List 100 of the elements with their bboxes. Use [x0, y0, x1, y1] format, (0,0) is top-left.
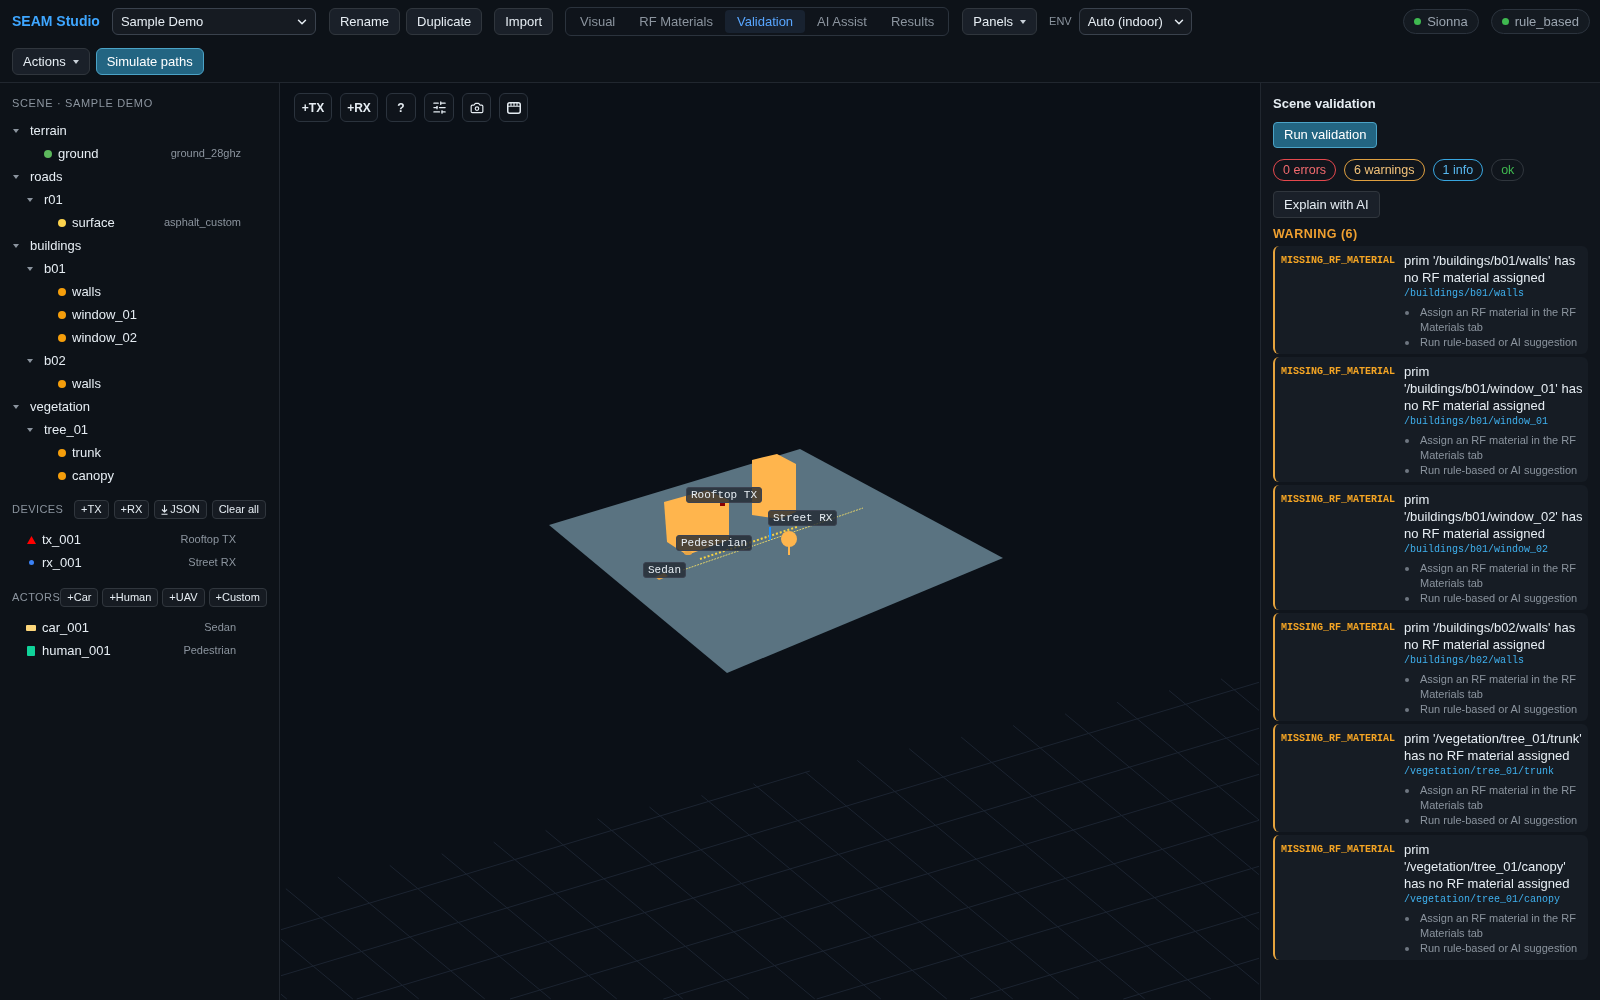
bullet-icon	[1405, 707, 1409, 712]
status-label: rule_based	[1514, 12, 1579, 31]
bullet-icon	[1405, 788, 1409, 793]
tree-item[interactable]: surface	[72, 214, 115, 231]
tree-item[interactable]: tree_01	[44, 421, 89, 438]
issue-path[interactable]: /vegetation/tree_01/canopy	[1404, 892, 1561, 907]
add-button[interactable]: +Human	[102, 588, 159, 607]
hint-text: Run rule-based or AI suggestion	[1420, 335, 1578, 350]
scene-select[interactable]: Sample Demo	[111, 8, 316, 35]
bullet-icon	[1405, 438, 1409, 443]
download-icon	[161, 504, 169, 515]
item-label: Street RX	[188, 555, 236, 571]
caret-icon[interactable]	[13, 404, 19, 409]
tree-item[interactable]: window_02	[72, 329, 138, 346]
record-button[interactable]	[499, 93, 528, 122]
hint-text: Assign an RF material in the RF Materials tab	[1420, 783, 1577, 813]
tab[interactable]: RF Materials	[627, 10, 725, 33]
sliders-icon	[431, 100, 447, 115]
tree-item[interactable]: terrain	[30, 122, 67, 139]
item-name[interactable]: car_001	[42, 617, 89, 638]
hint-text: Assign an RF material in the RF Materials tab	[1420, 911, 1577, 941]
tree-item[interactable]: buildings	[30, 237, 82, 254]
hint-text: Run rule-based or AI suggestion	[1420, 941, 1578, 956]
viewport-tool-button[interactable]: +RX	[340, 93, 378, 122]
bullet-icon	[1405, 566, 1409, 571]
tab[interactable]: Visual	[568, 10, 628, 33]
caret-icon[interactable]	[27, 197, 33, 202]
add-button[interactable]: Clear all	[211, 500, 266, 519]
issue-path[interactable]: /buildings/b01/walls	[1404, 286, 1525, 301]
toolbar-button[interactable]: Rename	[328, 8, 401, 35]
issue-path[interactable]: /buildings/b01/window_02	[1404, 542, 1549, 557]
caret-icon[interactable]	[27, 427, 33, 432]
bullet-icon	[1405, 468, 1409, 473]
env-label: ENV	[1049, 14, 1072, 30]
screenshot-button[interactable]	[462, 93, 491, 122]
add-button[interactable]: +Car	[60, 588, 99, 607]
issue-path[interactable]: /buildings/b01/window_01	[1404, 414, 1549, 429]
toolbar-button[interactable]: Import	[494, 8, 554, 35]
caret-icon	[72, 59, 79, 64]
hint-text: Run rule-based or AI suggestion	[1420, 813, 1578, 828]
issue-message: prim '/vegetation/tree_01/canopy' has no RF material assigned	[1404, 841, 1571, 892]
item-name[interactable]: tx_001	[42, 529, 82, 550]
tree-item[interactable]: b02	[44, 352, 66, 369]
issue-path[interactable]: /buildings/b02/walls	[1404, 653, 1525, 668]
tree-item[interactable]: trunk	[72, 444, 101, 461]
tab[interactable]: AI Assist	[805, 10, 879, 33]
item-name[interactable]: rx_001	[42, 552, 82, 573]
tree-item[interactable]: walls	[72, 283, 101, 300]
issue-message: prim '/buildings/b01/window_02' has no RF material assigned	[1404, 491, 1584, 542]
caret-icon[interactable]	[13, 174, 19, 179]
tree-item[interactable]: b01	[44, 260, 66, 277]
run-validation-button[interactable]: Run validation	[1273, 122, 1378, 148]
viewport-tool-button[interactable]: ?	[386, 93, 416, 122]
add-button[interactable]: +Custom	[208, 588, 267, 607]
add-button[interactable]: +RX	[113, 500, 150, 519]
tree-item[interactable]: walls	[72, 375, 101, 392]
viewport-tool-button[interactable]: +TX	[294, 93, 332, 122]
add-button[interactable]: +UAV	[162, 588, 205, 607]
caret-icon[interactable]	[13, 128, 19, 133]
issue-message: prim '/vegetation/tree_01/trunk' has no RF material assigned	[1404, 730, 1583, 764]
tree-item[interactable]: roads	[30, 168, 63, 185]
issue-message: prim '/buildings/b02/walls' has no RF material assigned	[1404, 619, 1577, 653]
issue-code: MISSING_RF_MATERIAL	[1281, 493, 1395, 507]
issue-code: MISSING_RF_MATERIAL	[1281, 621, 1395, 635]
item-label: Rooftop TX	[180, 532, 236, 548]
tree-item[interactable]: ground	[58, 145, 99, 162]
tree-item[interactable]: vegetation	[30, 398, 90, 415]
caret-icon[interactable]	[27, 266, 33, 271]
bullet-icon	[1405, 310, 1409, 315]
issue-path[interactable]: /vegetation/tree_01/trunk	[1404, 764, 1555, 779]
section-heading: ACTORS	[12, 590, 61, 606]
env-select[interactable]: Auto (indoor)	[1078, 8, 1192, 35]
tree-item[interactable]: canopy	[72, 467, 114, 484]
issue-code: MISSING_RF_MATERIAL	[1281, 843, 1395, 857]
rx-marker	[769, 526, 771, 541]
scene-label: Sedan	[643, 562, 686, 578]
caret-icon[interactable]	[27, 358, 33, 363]
hint-text: Assign an RF material in the RF Materials tab	[1420, 305, 1577, 335]
tab[interactable]: Results	[878, 10, 947, 33]
simulate-button[interactable]: Simulate paths	[95, 48, 204, 75]
item-label: Pedestrian	[183, 643, 236, 659]
tree-item[interactable]: window_01	[72, 306, 138, 323]
export-json-button[interactable]: JSON	[154, 500, 207, 519]
caret-icon	[1020, 19, 1027, 24]
item-name[interactable]: human_001	[42, 640, 111, 661]
settings-button[interactable]	[424, 93, 454, 122]
bullet-icon	[1405, 677, 1409, 682]
hint-text: Assign an RF material in the RF Materials tab	[1420, 672, 1577, 702]
hint-text: Run rule-based or AI suggestion	[1420, 463, 1578, 478]
add-button[interactable]: +TX	[74, 500, 109, 519]
group-heading: WARNING (6)	[1273, 227, 1358, 242]
tab[interactable]: Validation	[724, 10, 806, 33]
panels-button[interactable]: Panels	[962, 8, 1038, 35]
tree-item[interactable]: r01	[44, 191, 63, 208]
issue-message: prim '/buildings/b01/window_01' has no RF material assigned	[1404, 363, 1584, 414]
explain-button[interactable]: Explain with AI	[1273, 191, 1380, 218]
bullet-icon	[1405, 818, 1409, 823]
actions-menu-button[interactable]: Actions	[12, 48, 90, 75]
caret-icon[interactable]	[13, 243, 19, 248]
toolbar-button[interactable]: Duplicate	[406, 8, 483, 35]
